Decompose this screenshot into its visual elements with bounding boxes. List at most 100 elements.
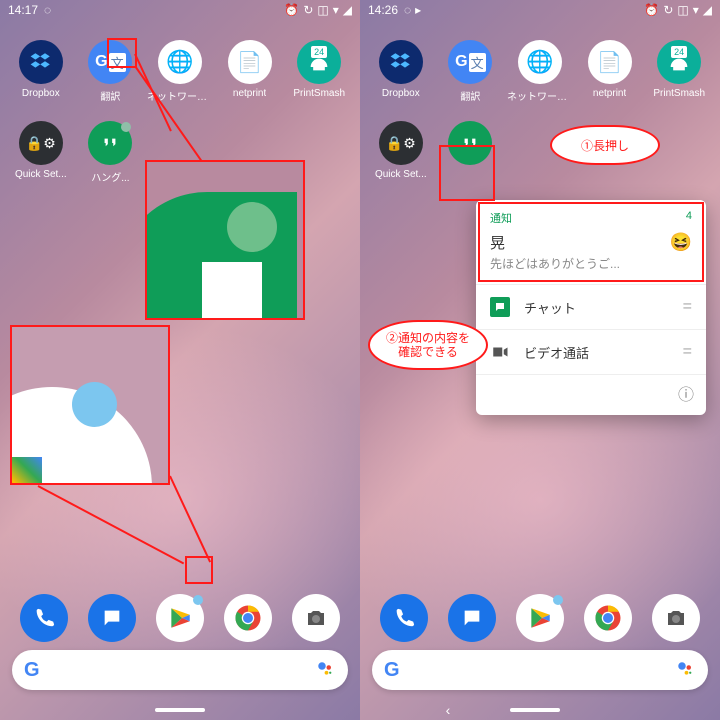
- app-netprint[interactable]: 📄netprint: [575, 40, 645, 103]
- translate-icon: G文: [448, 40, 492, 84]
- hangouts-icon: [88, 121, 132, 165]
- app-translate[interactable]: G文翻訳: [436, 40, 506, 103]
- home-pill[interactable]: [155, 708, 205, 712]
- nav-bar: ‹: [360, 700, 720, 720]
- notification-dot: [553, 595, 563, 605]
- search-bar[interactable]: G: [12, 650, 348, 690]
- emoji-icon: 😆: [670, 232, 692, 253]
- app-dropbox[interactable]: Dropbox: [6, 40, 76, 103]
- printsmash-icon: 24: [657, 40, 701, 84]
- app-label: 翻訳: [460, 88, 480, 103]
- chrome-icon[interactable]: [224, 594, 272, 642]
- phone-icon[interactable]: [380, 594, 428, 642]
- popup-sender: 晃: [490, 232, 505, 253]
- callout-text: ②通知の内容を: [386, 331, 470, 345]
- vibrate-icon: ◫: [317, 3, 328, 17]
- popup-notification-section[interactable]: 通知 4 晃 😆 先ほどはありがとうご...: [476, 200, 706, 285]
- video-icon: [490, 342, 510, 362]
- back-icon[interactable]: ‹: [446, 702, 451, 718]
- app-label: PrintSmash: [653, 88, 705, 99]
- dropbox-icon: [19, 40, 63, 84]
- quickset-icon: 🔒⚙: [379, 121, 423, 165]
- popup-header: 通知: [490, 210, 512, 226]
- play-store-icon[interactable]: [156, 594, 204, 642]
- annotation-magnify-1: [145, 160, 305, 320]
- messages-icon[interactable]: [88, 594, 136, 642]
- row-label: チャット: [524, 298, 576, 317]
- wifi-icon: ▾: [333, 3, 339, 17]
- netprint-icon: 📄: [588, 40, 632, 84]
- app-grid: DropboxG文翻訳🌐ネットワークフ...📄netprint24PrintSm…: [360, 40, 720, 180]
- assistant-icon[interactable]: [676, 660, 696, 680]
- messages-icon[interactable]: [448, 594, 496, 642]
- app-printsmash[interactable]: 24 PrintSmash: [284, 40, 354, 103]
- app-netfw[interactable]: 🌐ネットワークフ...: [505, 40, 575, 103]
- dropbox-icon: [379, 40, 423, 84]
- right-screenshot: 14:26 ◌ ▸ ⏰ ↻ ◫ ▾ ◢ DropboxG文翻訳🌐ネットワークフ.…: [360, 0, 720, 720]
- app-label: PrintSmash: [293, 88, 345, 99]
- signal-icon: ◢: [703, 3, 712, 17]
- alarm-icon: ⏰: [284, 3, 299, 17]
- annotation-magnify-2: [10, 325, 170, 485]
- google-g-icon: G: [384, 659, 400, 682]
- netfw-icon: 🌐: [518, 40, 562, 84]
- netprint-icon: 📄: [228, 40, 272, 84]
- app-label: Dropbox: [22, 88, 60, 99]
- notif-icon: ◌: [44, 3, 51, 17]
- annotation-line: [169, 476, 211, 563]
- callout-text: 確認できる: [398, 345, 458, 359]
- popup-info[interactable]: ⓘ: [476, 375, 706, 415]
- chat-icon: [490, 297, 510, 317]
- chrome-icon[interactable]: [584, 594, 632, 642]
- callout-1: ①長押し: [550, 125, 660, 165]
- callout-text: ①長押し: [581, 137, 629, 154]
- google-g-icon: G: [24, 659, 40, 682]
- netfw-icon: 🌐: [158, 40, 202, 84]
- clock: 14:26: [368, 3, 398, 17]
- left-screenshot: 14:17 ◌ ⏰ ↻ ◫ ▾ ◢ DropboxG文翻訳🌐ネットワークフ...…: [0, 0, 360, 720]
- home-pill[interactable]: [510, 708, 560, 712]
- status-bar: 14:17 ◌ ⏰ ↻ ◫ ▾ ◢: [0, 0, 360, 20]
- clock: 14:17: [8, 3, 38, 17]
- refresh-icon: ↻: [303, 3, 313, 17]
- wifi-icon: ▾: [693, 3, 699, 17]
- assistant-icon[interactable]: [316, 660, 336, 680]
- annotation-source-box-1: [107, 38, 137, 68]
- popup-snippet: 先ほどはありがとうご...: [490, 255, 692, 272]
- callout-2: ②通知の内容を 確認できる: [368, 320, 488, 370]
- camera-icon[interactable]: [652, 594, 700, 642]
- app-quickset[interactable]: 🔒⚙Quick Set...: [6, 121, 76, 184]
- play-store-icon[interactable]: [516, 594, 564, 642]
- printsmash-icon: 24: [297, 40, 341, 84]
- search-bar[interactable]: G: [372, 650, 708, 690]
- alarm-icon: ⏰: [644, 3, 659, 17]
- app-printsmash[interactable]: 24 PrintSmash: [644, 40, 714, 103]
- app-label: Dropbox: [382, 88, 420, 99]
- dock: [0, 594, 360, 642]
- row-label: ビデオ通話: [524, 343, 589, 362]
- nav-bar: [0, 700, 360, 720]
- popup-action-video[interactable]: ビデオ通話 =: [476, 330, 706, 375]
- popup-count: 4: [686, 210, 692, 226]
- quickset-icon: 🔒⚙: [19, 121, 63, 165]
- vibrate-icon: ◫: [677, 3, 688, 17]
- app-label: 翻訳: [100, 88, 120, 103]
- annotation-line: [38, 485, 185, 564]
- app-hangouts[interactable]: ハング...: [76, 121, 146, 184]
- refresh-icon: ↻: [663, 3, 673, 17]
- drag-handle-icon: =: [683, 343, 692, 361]
- app-netprint[interactable]: 📄 netprint: [215, 40, 285, 103]
- notification-dot: [121, 122, 131, 132]
- app-dropbox[interactable]: Dropbox: [366, 40, 436, 103]
- phone-icon[interactable]: [20, 594, 68, 642]
- annotation-source-box-2: [185, 556, 213, 584]
- app-label: netprint: [233, 88, 266, 99]
- app-quickset[interactable]: 🔒⚙Quick Set...: [366, 121, 436, 180]
- hangouts-icon: [448, 121, 492, 165]
- app-hangouts[interactable]: [436, 121, 506, 180]
- camera-icon[interactable]: [292, 594, 340, 642]
- popup-action-chat[interactable]: チャット =: [476, 285, 706, 330]
- notif-icon: ◌: [404, 3, 411, 17]
- notification-popup: 通知 4 晃 😆 先ほどはありがとうご... チャット =: [476, 200, 706, 415]
- signal-icon: ◢: [343, 3, 352, 17]
